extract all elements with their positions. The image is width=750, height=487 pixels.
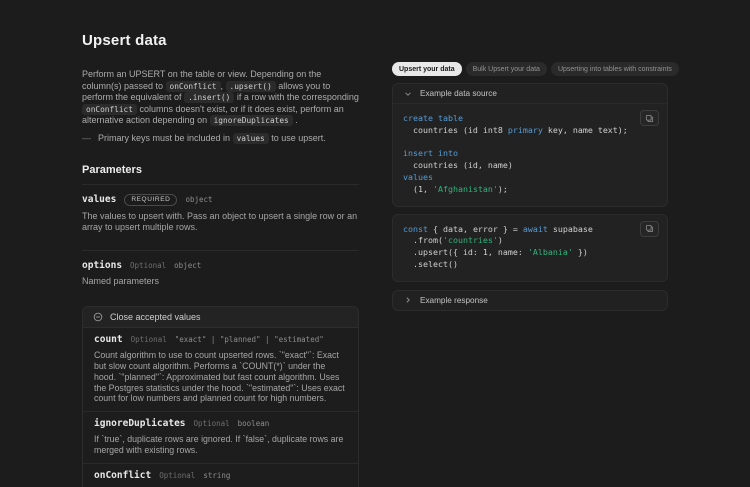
tab-upsert-your-data[interactable]: Upsert your data bbox=[392, 62, 462, 76]
note: — Primary keys must be included in value… bbox=[82, 133, 359, 145]
parameters-heading: Parameters bbox=[82, 164, 359, 176]
code-line: .upsert({ id: 1, name: 'Albania' }) bbox=[403, 247, 657, 259]
accepted-param-onconflict: onConflict Optional string Comma-separat… bbox=[83, 464, 358, 487]
optional-label: Optional bbox=[131, 335, 167, 344]
inline-code: .upsert() bbox=[226, 81, 276, 92]
param-description: The values to upsert with. Pass an objec… bbox=[82, 211, 359, 233]
inline-code: onConflict bbox=[82, 104, 137, 115]
code-line bbox=[403, 137, 657, 149]
param-values: values REQUIRED object The values to ups… bbox=[82, 185, 359, 242]
copy-button[interactable] bbox=[640, 110, 659, 126]
intro-paragraph: Perform an UPSERT on the table or view. … bbox=[82, 69, 359, 127]
sql-code: create table countries (id int8 primary … bbox=[403, 113, 657, 196]
tab-upserting-with-constraints[interactable]: Upserting into tables with constraints bbox=[551, 62, 679, 76]
note-text: Primary keys must be included in values … bbox=[98, 133, 326, 145]
example-response-accordion: Example response bbox=[392, 290, 668, 311]
accepted-param-type: boolean bbox=[238, 419, 270, 428]
optional-label: Optional bbox=[130, 261, 166, 270]
left-column: Upsert data Perform an UPSERT on the tab… bbox=[82, 32, 359, 487]
param-type: object bbox=[185, 195, 212, 204]
param-row: values REQUIRED object bbox=[82, 194, 359, 206]
code-line: .select() bbox=[403, 259, 657, 271]
accepted-values-toggle[interactable]: Close accepted values bbox=[83, 307, 358, 328]
js-code-block: const { data, error } = await supabase .… bbox=[393, 215, 667, 281]
accepted-param-name: onConflict bbox=[94, 470, 151, 481]
copy-icon bbox=[645, 114, 654, 123]
tab-bulk-upsert-your-data[interactable]: Bulk Upsert your data bbox=[466, 62, 547, 76]
optional-label: Optional bbox=[159, 471, 195, 480]
example-response-header[interactable]: Example response bbox=[393, 291, 667, 310]
code-line: create table bbox=[403, 113, 657, 125]
inline-code: ignoreDuplicates bbox=[210, 115, 293, 126]
param-description: Named parameters bbox=[82, 276, 359, 287]
right-column: Upsert your data Bulk Upsert your data U… bbox=[392, 62, 668, 311]
accepted-param-name: ignoreDuplicates bbox=[94, 418, 186, 429]
accepted-values-toggle-label: Close accepted values bbox=[110, 312, 201, 322]
required-badge: REQUIRED bbox=[124, 194, 177, 206]
copy-icon bbox=[645, 224, 654, 233]
example-data-source-header[interactable]: Example data source bbox=[393, 84, 667, 103]
param-options: options Optional object Named parameters bbox=[82, 251, 359, 296]
param-row: count Optional "exact" | "planned" | "es… bbox=[94, 334, 347, 345]
code-line: insert into bbox=[403, 148, 657, 160]
copy-button[interactable] bbox=[640, 221, 659, 237]
accepted-param-type: string bbox=[203, 471, 230, 480]
inline-code: onConflict bbox=[166, 81, 221, 92]
param-type: object bbox=[174, 261, 201, 270]
code-line: values bbox=[403, 172, 657, 184]
code-line: (1, 'Afghanistan'); bbox=[403, 184, 657, 196]
optional-label: Optional bbox=[194, 419, 230, 428]
accepted-param-type: "exact" | "planned" | "estimated" bbox=[175, 335, 324, 344]
sql-code-block: create table countries (id int8 primary … bbox=[393, 103, 667, 206]
js-code-panel: const { data, error } = await supabase .… bbox=[392, 214, 668, 282]
code-line: const { data, error } = await supabase bbox=[403, 224, 657, 236]
code-line: countries (id, name) bbox=[403, 160, 657, 172]
accordion-label: Example response bbox=[420, 296, 488, 305]
inline-code: values bbox=[233, 133, 269, 144]
example-data-source-accordion: Example data source create table countri… bbox=[392, 83, 668, 207]
example-tabs: Upsert your data Bulk Upsert your data U… bbox=[392, 62, 668, 76]
accepted-param-count: count Optional "exact" | "planned" | "es… bbox=[83, 328, 358, 412]
accepted-param-name: count bbox=[94, 334, 123, 345]
accepted-param-description: If `true`, duplicate rows are ignored. I… bbox=[94, 434, 347, 456]
docs-page: Upsert data Perform an UPSERT on the tab… bbox=[0, 0, 750, 487]
chevron-down-icon bbox=[404, 90, 412, 98]
circle-minus-icon bbox=[93, 312, 103, 322]
param-row: ignoreDuplicates Optional boolean bbox=[94, 418, 347, 429]
chevron-right-icon bbox=[404, 296, 412, 304]
code-line: .from('countries') bbox=[403, 235, 657, 247]
param-name: values bbox=[82, 194, 116, 205]
accepted-param-description: Count algorithm to use to count upserted… bbox=[94, 350, 347, 404]
inline-code: .insert() bbox=[184, 92, 234, 103]
accordion-label: Example data source bbox=[420, 89, 497, 98]
accepted-param-ignoreduplicates: ignoreDuplicates Optional boolean If `tr… bbox=[83, 412, 358, 464]
param-row: options Optional object bbox=[82, 260, 359, 271]
param-row: onConflict Optional string bbox=[94, 470, 347, 481]
page-title: Upsert data bbox=[82, 32, 359, 49]
js-code: const { data, error } = await supabase .… bbox=[403, 224, 657, 271]
dash-bullet: — bbox=[82, 133, 91, 145]
accepted-values-panel: Close accepted values count Optional "ex… bbox=[82, 306, 359, 487]
code-line: countries (id int8 primary key, name tex… bbox=[403, 125, 657, 137]
param-name: options bbox=[82, 260, 122, 271]
